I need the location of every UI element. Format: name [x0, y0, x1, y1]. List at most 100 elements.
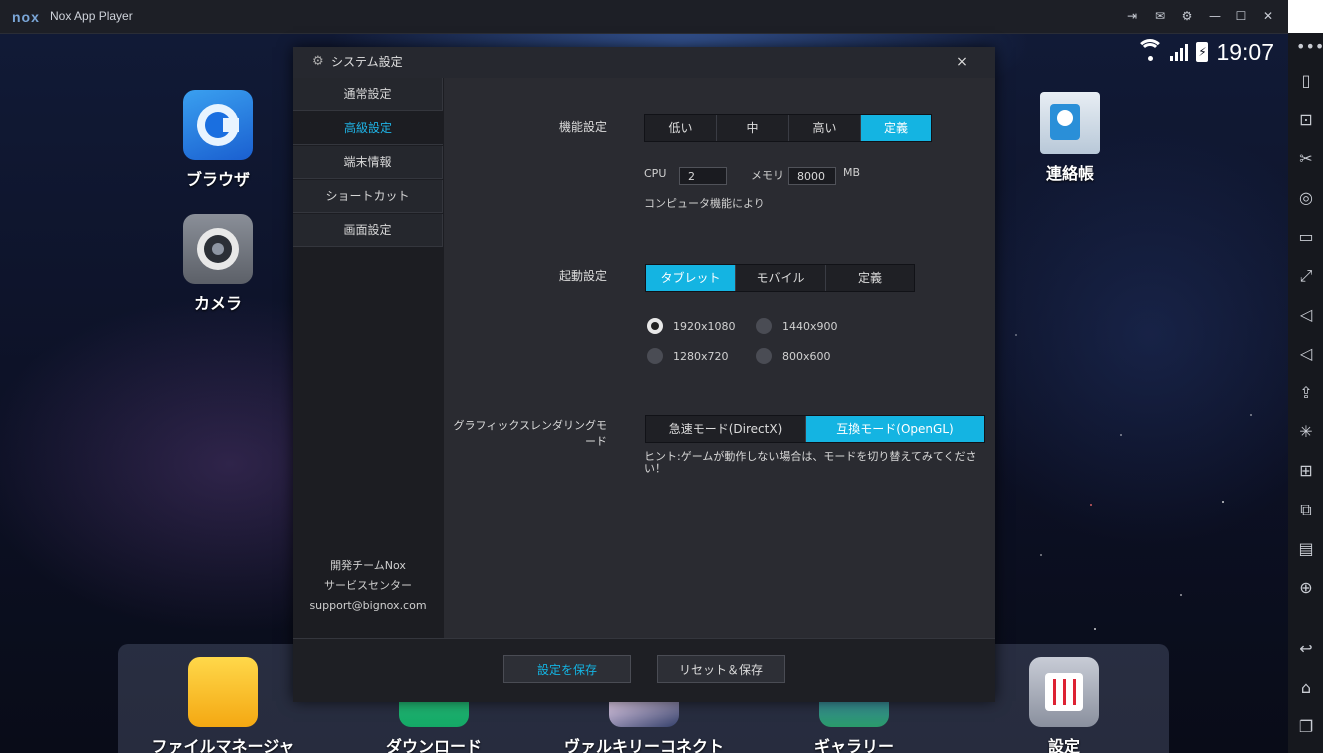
shake-icon[interactable]: ▯ [1296, 71, 1316, 91]
graphics-directx-button[interactable]: 急速モード(DirectX) [646, 416, 806, 442]
memory-label: メモリ [751, 169, 784, 182]
camera-icon [183, 214, 253, 284]
window-edge [1288, 0, 1323, 33]
status-bar: ⚡ 19:07 [1136, 38, 1274, 65]
radio-selected-icon [647, 318, 663, 334]
radio-icon [756, 348, 772, 364]
performance-custom-button[interactable]: 定義 [861, 115, 931, 141]
app-label: ギャラリー [813, 737, 894, 753]
folder-icon [188, 657, 258, 727]
save-settings-button[interactable]: 設定を保存 [503, 655, 631, 683]
mail-icon[interactable]: ✉ [1152, 8, 1168, 24]
startup-custom-button[interactable]: 定義 [826, 265, 914, 291]
tab-general[interactable]: 通常設定 [293, 78, 443, 111]
cpu-label: CPU [644, 167, 667, 180]
fullscreen-icon[interactable]: ⤢ [1296, 266, 1316, 286]
nox-logo: nox [12, 9, 40, 25]
performance-mid-button[interactable]: 中 [717, 115, 789, 141]
dev-team-text: 開発チームNox [330, 559, 406, 572]
more-icon[interactable]: ••• [1296, 37, 1323, 57]
clock: 19:07 [1216, 38, 1274, 65]
resolution-1440x900[interactable]: 1440x900 [756, 318, 838, 334]
home-icon[interactable]: ⌂ [1296, 678, 1316, 698]
recent-apps-icon[interactable]: ❐ [1296, 717, 1316, 737]
system-settings-dialog: ⚙ システム設定 × 通常設定 高級設定 端末情報 ショートカット 画面設定 開… [293, 47, 995, 702]
startup-mobile-button[interactable]: モバイル [736, 265, 826, 291]
settings-nav: 通常設定 高級設定 端末情報 ショートカット 画面設定 開発チームNox サービ… [293, 78, 444, 638]
graphics-hint: ヒント:ゲームが動作しない場合は、モードを切り替えてみてくださ い！ [644, 451, 977, 475]
battery-icon: ⚡ [1196, 42, 1209, 62]
resolution-1280x720[interactable]: 1280x720 [647, 348, 729, 364]
macro-icon[interactable]: ⊞ [1296, 461, 1316, 481]
settings-content: 機能設定 低い 中 高い 定義 CPU 2 メモリ 8000 MB コンピュータ… [444, 78, 995, 638]
app-camera[interactable]: カメラ [163, 214, 273, 314]
reset-and-save-button[interactable]: リセット＆保存 [657, 655, 785, 683]
wifi-icon [1136, 39, 1165, 61]
graphics-mode-label: グラフィックスレンダリングモード [453, 419, 607, 448]
scissors-icon[interactable]: ✂ [1296, 149, 1316, 169]
add-icon[interactable]: ⊕ [1296, 578, 1316, 598]
memory-unit: MB [843, 166, 861, 179]
pin-icon[interactable]: ⇥ [1124, 8, 1140, 24]
dialog-footer: 設定を保存 リセット＆保存 [293, 638, 995, 702]
app-label: ブラウザ [185, 170, 250, 189]
volume-down-icon[interactable]: ◁ [1296, 344, 1316, 364]
service-center-text: サービスセンター [324, 579, 412, 592]
browser-icon [183, 90, 253, 160]
performance-low-button[interactable]: 低い [645, 115, 717, 141]
resolution-label: 800x600 [782, 349, 831, 363]
close-icon[interactable]: ✕ [1260, 8, 1276, 24]
tab-shortcuts[interactable]: ショートカット [293, 180, 443, 213]
app-label: 設定 [1047, 737, 1080, 753]
dock-app-settings[interactable]: 設定 [1009, 657, 1119, 753]
app-browser[interactable]: ブラウザ [163, 90, 273, 190]
resolution-1920x1080[interactable]: 1920x1080 [647, 318, 736, 334]
app-contacts[interactable]: 連絡帳 [1015, 92, 1125, 184]
signal-icon [1170, 43, 1189, 61]
gear-icon: ⚙ [312, 54, 324, 69]
robot-icon[interactable]: ⊡ [1296, 110, 1316, 130]
window-title: Nox App Player [50, 9, 133, 23]
app-label: ヴァルキリーコネクト [563, 737, 724, 753]
app-label: 連絡帳 [1045, 164, 1094, 183]
radio-icon [756, 318, 772, 334]
performance-label: 機能設定 [558, 120, 607, 134]
multi-instance-icon[interactable]: ⧉ [1296, 500, 1316, 520]
minimize-icon[interactable]: — [1207, 8, 1223, 24]
resolution-label: 1440x900 [782, 319, 838, 333]
dialog-title: システム設定 [331, 55, 403, 69]
loading-icon[interactable]: ✳ [1296, 422, 1316, 442]
settings-icon [1029, 657, 1099, 727]
app-label: ファイルマネージャ [151, 737, 295, 753]
cpu-input[interactable]: 2 [679, 167, 727, 185]
hint-line: い！ [644, 462, 666, 475]
memory-input[interactable]: 8000 [788, 167, 836, 185]
hint-line: ヒント:ゲームが動作しない場合は、モードを切り替えてみてくださ [644, 450, 977, 463]
keyboard-icon[interactable]: ▭ [1296, 227, 1316, 247]
tab-display[interactable]: 画面設定 [293, 214, 443, 247]
app-label: ダウンロード [385, 737, 482, 753]
maximize-icon[interactable]: ☐ [1233, 8, 1249, 24]
emulator-sidebar: ••• ▯ ⊡ ✂ ◎ ▭ ⤢ ◁ ◁ ⇪ ✳ ⊞ ⧉ ▤ ⊕ ↩ ⌂ ❐ [1288, 33, 1323, 753]
performance-segment: 低い 中 高い 定義 [644, 114, 932, 142]
graphics-opengl-button[interactable]: 互換モード(OpenGL) [806, 416, 984, 442]
tab-advanced[interactable]: 高級設定 [293, 112, 443, 145]
location-icon[interactable]: ◎ [1296, 188, 1316, 208]
window-titlebar: nox Nox App Player ⇥ ✉ ⚙ — ☐ ✕ [0, 0, 1288, 34]
apk-install-icon[interactable]: ⇪ [1296, 383, 1316, 403]
gear-icon[interactable]: ⚙ [1179, 8, 1195, 24]
performance-high-button[interactable]: 高い [789, 115, 861, 141]
tab-device-info[interactable]: 端末情報 [293, 146, 443, 179]
contacts-icon [1040, 92, 1100, 154]
dialog-close-button[interactable]: × [955, 55, 969, 69]
support-email[interactable]: support@bignox.com [293, 596, 443, 616]
volume-up-icon[interactable]: ◁ [1296, 305, 1316, 325]
startup-tablet-button[interactable]: タブレット [646, 265, 736, 291]
resolution-800x600[interactable]: 800x600 [756, 348, 831, 364]
back-icon[interactable]: ↩ [1296, 639, 1316, 659]
dialog-header: ⚙ システム設定 × [293, 47, 995, 78]
toolbox-icon[interactable]: ▤ [1296, 539, 1316, 559]
dock-app-file-manager[interactable]: ファイルマネージャ [152, 657, 294, 753]
support-info: 開発チームNox サービスセンター support@bignox.com [293, 556, 443, 616]
performance-note: コンピュータ機能により [644, 197, 765, 210]
